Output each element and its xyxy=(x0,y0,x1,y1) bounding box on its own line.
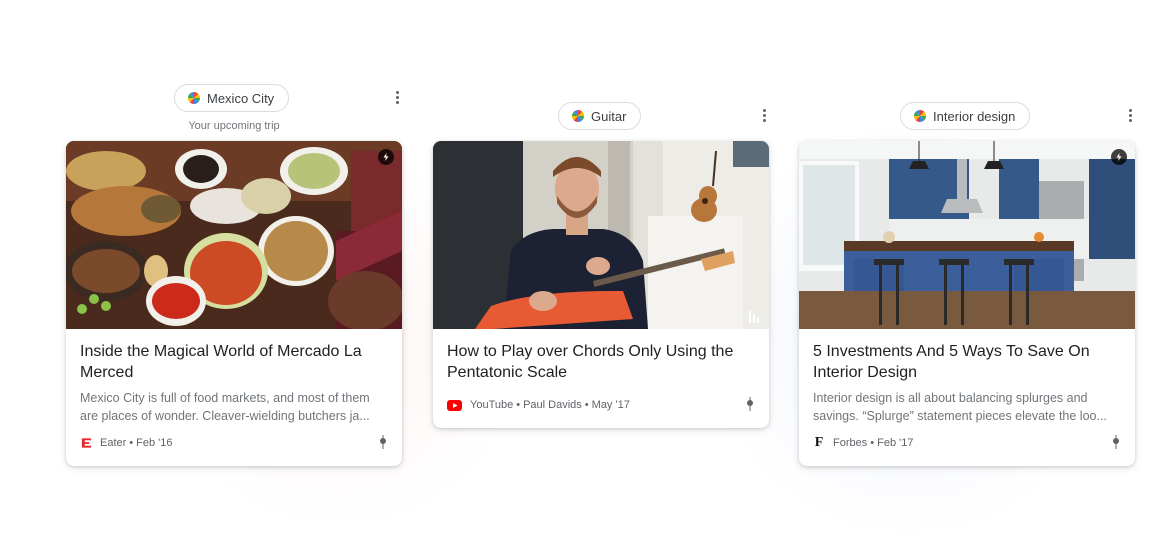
article-title: Inside the Magical World of Mercado La M… xyxy=(80,341,388,383)
topic-chip-label: Interior design xyxy=(933,108,1016,124)
more-options-icon[interactable] xyxy=(759,107,769,125)
article-title: How to Play over Chords Only Using the P… xyxy=(447,341,755,383)
video-card[interactable]: How to Play over Chords Only Using the P… xyxy=(433,141,769,428)
topic-pinwheel-icon xyxy=(572,110,584,122)
article-title-line: How to Play over Chords Only Using the xyxy=(447,343,734,360)
topic-chip-interior-design[interactable]: Interior design xyxy=(900,102,1031,130)
video-bars-icon xyxy=(749,311,759,323)
source-name: Forbes xyxy=(833,437,868,449)
article-meta: F Forbes • Feb '17 xyxy=(813,434,1121,450)
topic-chip-mexico-city[interactable]: Mexico City xyxy=(174,84,290,112)
amp-bolt-icon xyxy=(1111,149,1127,165)
topic-subtitle: Your upcoming trip xyxy=(188,120,280,132)
feed-column-guitar: Guitar How to Play over Chords Only Usin… xyxy=(433,102,769,428)
publish-date: Feb '17 xyxy=(877,437,914,449)
article-meta: YouTube • Paul Davids • May '17 xyxy=(447,396,755,412)
author-name: Paul Davids xyxy=(523,399,582,411)
publish-date: Feb '16 xyxy=(136,437,173,449)
pin-icon[interactable] xyxy=(378,434,388,450)
article-title-line: Pentatonic Scale xyxy=(447,364,568,381)
amp-bolt-icon xyxy=(378,149,394,165)
more-options-icon[interactable] xyxy=(1125,107,1135,125)
youtube-logo-icon xyxy=(447,399,462,411)
article-meta: Eater • Feb '16 xyxy=(80,434,388,450)
article-card[interactable]: 5 Investments And 5 Ways To Save On Inte… xyxy=(799,141,1135,466)
article-snippet: Mexico City is full of food markets, and… xyxy=(80,389,388,425)
article-snippet-line: are places of wonder. Cleaver-wielding b… xyxy=(80,409,370,423)
pin-icon[interactable] xyxy=(1111,434,1121,450)
source-name: YouTube xyxy=(470,399,514,411)
pin-icon[interactable] xyxy=(745,396,755,412)
article-title-line: Inside the Magical World of Mercado La xyxy=(80,343,362,360)
article-snippet-line: Mexico City is full of food markets, and… xyxy=(80,391,370,405)
article-title: 5 Investments And 5 Ways To Save On Inte… xyxy=(813,341,1121,383)
feed-column-mexico-city: Mexico City Your upcoming trip Inside th… xyxy=(66,84,402,466)
article-title-line: Interior Design xyxy=(813,364,918,381)
topic-chip-label: Guitar xyxy=(591,108,627,124)
card-video-thumbnail xyxy=(433,141,769,329)
meta-separator: • xyxy=(870,437,875,449)
card-image-market-food xyxy=(66,141,402,329)
article-snippet-line: savings. “Splurge” statement pieces elev… xyxy=(813,409,1107,423)
article-snippet-line: Interior design is all about balancing s… xyxy=(813,391,1088,405)
more-options-icon[interactable] xyxy=(392,89,402,107)
topic-header: Mexico City xyxy=(66,84,402,114)
article-title-line: 5 Investments And 5 Ways To Save On xyxy=(813,343,1090,360)
topic-pinwheel-icon xyxy=(188,92,200,104)
topic-pinwheel-icon xyxy=(914,110,926,122)
meta-separator: • xyxy=(584,399,589,411)
eater-logo-icon xyxy=(80,437,92,449)
meta-separator: • xyxy=(129,437,134,449)
source-name: Eater xyxy=(100,437,127,449)
topic-header: Interior design xyxy=(799,102,1135,132)
article-snippet: Interior design is all about balancing s… xyxy=(813,389,1121,425)
card-image-kitchen xyxy=(799,141,1135,329)
article-card[interactable]: Inside the Magical World of Mercado La M… xyxy=(66,141,402,466)
forbes-logo-icon: F xyxy=(814,435,824,450)
meta-separator: • xyxy=(516,399,521,411)
topic-chip-guitar[interactable]: Guitar xyxy=(558,102,642,130)
topic-chip-label: Mexico City xyxy=(207,90,275,106)
article-title-line: Merced xyxy=(80,364,134,381)
publish-date: May '17 xyxy=(591,399,630,411)
topic-header: Guitar xyxy=(433,102,769,132)
feed-column-interior-design: Interior design 5 Investments And 5 Ways… xyxy=(799,102,1135,466)
